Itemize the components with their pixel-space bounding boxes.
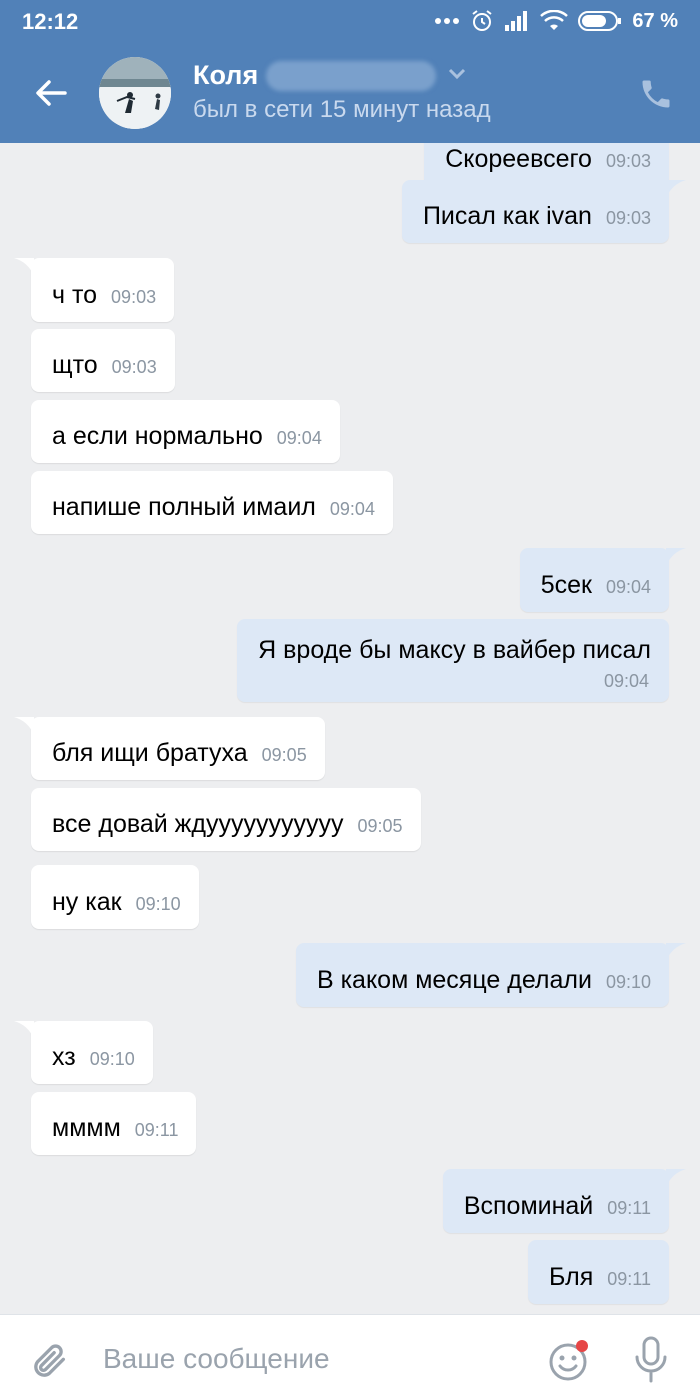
message-text: мммм	[52, 1114, 121, 1142]
message-input[interactable]	[103, 1339, 523, 1379]
message-text: В каком месяце делали	[316, 966, 592, 994]
message-time: 09:04	[329, 499, 375, 519]
paperclip-icon	[34, 1344, 65, 1377]
message-text: ч то	[52, 281, 98, 309]
message-time: 09:04	[603, 671, 649, 691]
message-text: щто	[52, 351, 98, 379]
incoming-message[interactable]: напише полный имаил 09:04	[31, 471, 393, 534]
message-text: а если нормально	[52, 422, 263, 450]
message-time: 09:11	[134, 1120, 179, 1140]
message-time: 09:05	[357, 816, 403, 836]
message-text: все довай ждууууууууууу	[52, 810, 344, 838]
incoming-message[interactable]: все довай ждууууууууууу 09:05	[31, 788, 421, 851]
outgoing-message[interactable]: В каком месяце делали 09:10	[295, 943, 669, 1007]
status-icons: 67 %	[434, 9, 678, 33]
wifi-icon	[540, 10, 569, 32]
avatar[interactable]	[99, 57, 171, 129]
incoming-message[interactable]: хз 09:10	[31, 1021, 153, 1084]
phone-icon	[642, 80, 670, 108]
message-time: 09:10	[89, 1049, 135, 1069]
top-bar: 12:12 67 % Коля был в сети 15 минут наза…	[0, 0, 700, 143]
composer	[0, 1314, 700, 1400]
emoji-icon	[549, 1340, 588, 1381]
attach-button[interactable]	[30, 1339, 70, 1383]
voice-message-button[interactable]	[631, 1335, 671, 1385]
message-time: 09:10	[135, 894, 181, 914]
alarm-icon	[470, 9, 494, 33]
message-text: хз	[52, 1043, 76, 1071]
bubble-tail	[666, 1169, 686, 1187]
call-button[interactable]	[638, 76, 674, 112]
bubble-tail	[666, 180, 686, 198]
message-text: бля ищи братуха	[52, 739, 248, 767]
outgoing-message[interactable]: Бля 09:11	[528, 1240, 669, 1304]
message-time: 09:04	[605, 577, 651, 597]
new-badge	[576, 1340, 588, 1352]
message-time: 09:03	[111, 287, 157, 307]
bubble-tail	[666, 548, 686, 566]
message-time: 09:10	[605, 972, 651, 992]
microphone-icon	[635, 1336, 667, 1383]
presence-status: был в сети 15 минут назад	[193, 96, 491, 123]
chevron-down-icon	[448, 67, 466, 85]
outgoing-message[interactable]: Я вроде бы максу в вайбер писал 09:04	[237, 619, 669, 702]
message-time: 09:04	[276, 428, 322, 448]
outgoing-message[interactable]: 5сек 09:04	[519, 548, 669, 612]
incoming-message[interactable]: ч то 09:03	[31, 258, 175, 322]
bubble-tail	[666, 943, 686, 961]
outgoing-message[interactable]: Вспоминай 09:11	[442, 1169, 669, 1233]
message-list[interactable]: Скореевсего 09:03 Писал как ivan 09:03 ч то 0…	[0, 143, 700, 1314]
chat-header: Коля был в сети 15 минут назад	[0, 44, 700, 143]
message-text: 5сек	[540, 571, 592, 599]
outgoing-message[interactable]: Писал как ivan 09:03	[401, 180, 669, 243]
incoming-message[interactable]: ну как 09:10	[31, 865, 199, 929]
contact-name: Коля	[193, 60, 259, 90]
battery-level: 67 %	[632, 9, 678, 32]
contact-name-row[interactable]: Коля	[193, 60, 466, 91]
incoming-message[interactable]: бля ищи братуха 09:05	[31, 717, 325, 780]
message-time: 09:05	[261, 745, 307, 765]
emoji-button[interactable]	[546, 1337, 592, 1383]
bubble-tail	[14, 1021, 34, 1039]
message-text: Бля	[549, 1263, 594, 1291]
status-time: 12:12	[22, 9, 79, 34]
message-time: 09:11	[607, 1269, 651, 1289]
message-time: 09:03	[111, 357, 157, 377]
message-text: напише полный имаил	[52, 493, 316, 521]
signal-icon	[504, 10, 530, 32]
message-text: Я вроде бы максу в вайбер писал	[258, 636, 651, 664]
battery-icon	[578, 10, 622, 32]
bubble-tail	[14, 258, 34, 276]
bubble-tail	[14, 717, 34, 735]
incoming-message[interactable]: щто 09:03	[31, 329, 175, 392]
status-bar: 12:12 67 %	[0, 0, 700, 44]
incoming-message[interactable]: мммм 09:11	[31, 1092, 197, 1155]
message-text: ну как	[52, 888, 122, 916]
message-text: Писал как ivan	[422, 202, 592, 230]
message-time: 09:11	[607, 1198, 651, 1218]
contact-surname-blur	[266, 60, 437, 91]
message-time: 09:03	[605, 208, 651, 228]
message-text: Вспоминай	[463, 1192, 594, 1220]
incoming-message[interactable]: а если нормально 09:04	[31, 400, 340, 463]
back-button[interactable]	[28, 70, 74, 116]
back-arrow-icon	[36, 80, 67, 106]
more-dots-icon	[434, 17, 460, 25]
